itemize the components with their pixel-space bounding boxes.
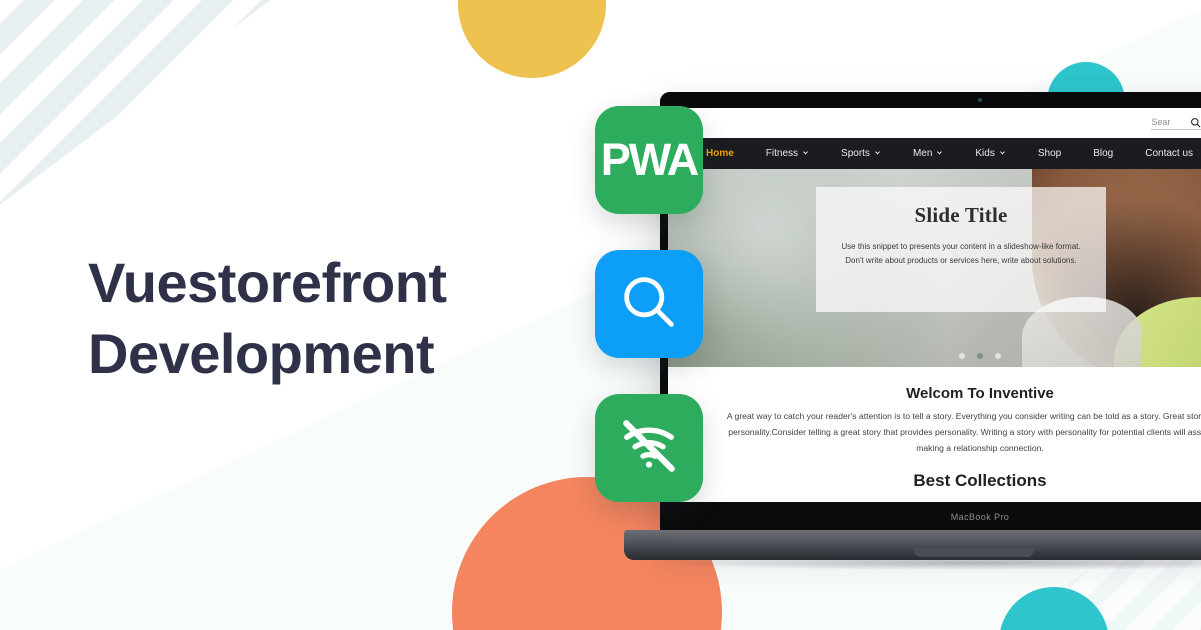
nav-item-label: Home — [706, 148, 734, 159]
offline-tile[interactable] — [595, 394, 703, 502]
slider-dot-3[interactable] — [995, 353, 1001, 359]
welcome-section: Welcom To Inventive A great way to catch… — [668, 367, 1201, 457]
chevron-down-icon — [874, 148, 881, 159]
search-tile[interactable] — [595, 250, 703, 358]
nav-item-label: Contact us — [1145, 148, 1194, 159]
slide-text: Use this snippet to presents your conten… — [841, 242, 1081, 265]
welcome-body: A great way to catch your reader's atten… — [726, 411, 1201, 453]
site-navbar: Home Fitness Sports Men Kids Shop Blog Contact … — [668, 138, 1201, 169]
slider-dots[interactable] — [959, 353, 1001, 359]
nav-item-contact-us[interactable]: Contact us — [1129, 148, 1201, 159]
search-input[interactable] — [1151, 117, 1186, 127]
page-title: Vuestorefront Development — [88, 251, 447, 385]
slide-caption-card: Slide Title Use this snippet to presents… — [816, 187, 1106, 312]
welcome-heading: Welcom To Inventive — [906, 385, 1054, 402]
nav-item-label: Kids — [975, 148, 995, 159]
nav-item-kids[interactable]: Kids — [959, 148, 1021, 159]
nav-item-blog[interactable]: Blog — [1077, 148, 1129, 159]
laptop-mockup: Your Cart Home Fitness Sports Men Kids Shop Bl… — [624, 92, 1201, 582]
chevron-down-icon — [802, 148, 809, 159]
laptop-shadow — [654, 556, 1201, 570]
nav-item-shop[interactable]: Shop — [1022, 148, 1077, 159]
best-collections-heading: Best Collections — [913, 470, 1047, 490]
slider-dot-1[interactable] — [959, 353, 965, 359]
nav-item-label: Fitness — [765, 148, 799, 159]
hero-slider: Slide Title Use this snippet to presents… — [668, 169, 1201, 367]
nav-item-label: Sports — [841, 148, 870, 159]
wifi-off-icon — [618, 415, 680, 482]
laptop-lid: Your Cart Home Fitness Sports Men Kids Shop Bl… — [660, 92, 1201, 532]
search-box[interactable] — [1151, 117, 1201, 130]
webcam-icon — [978, 98, 982, 102]
laptop-top-bezel — [660, 92, 1201, 108]
search-icon — [617, 270, 681, 339]
nav-item-men[interactable]: Men — [897, 148, 959, 159]
nav-item-fitness[interactable]: Fitness — [750, 148, 825, 159]
laptop-screen: Your Cart Home Fitness Sports Men Kids Shop Bl… — [668, 108, 1201, 502]
magnifier-icon[interactable] — [1190, 117, 1201, 128]
nav-item-label: Shop — [1037, 148, 1062, 159]
laptop-model-label: MacBook Pro — [950, 512, 1010, 522]
nav-item-label: Blog — [1093, 148, 1114, 159]
slide-title: Slide Title — [914, 203, 1008, 227]
slider-dot-2[interactable] — [977, 353, 983, 359]
site-topbar: Your Cart — [668, 108, 1201, 138]
laptop-bottom-bezel: MacBook Pro — [660, 502, 1201, 532]
nav-item-sports[interactable]: Sports — [825, 148, 897, 159]
chevron-down-icon — [999, 148, 1006, 159]
pwa-tile[interactable]: PWA — [595, 106, 703, 214]
nav-item-label: Men — [912, 148, 933, 159]
website-preview: Your Cart Home Fitness Sports Men Kids Shop Bl… — [668, 108, 1201, 502]
page-stage: Vuestorefront Development Sear Home Fitn… — [0, 0, 1201, 630]
chevron-down-icon — [936, 148, 943, 159]
pwa-logo-icon: PWA — [600, 134, 700, 185]
